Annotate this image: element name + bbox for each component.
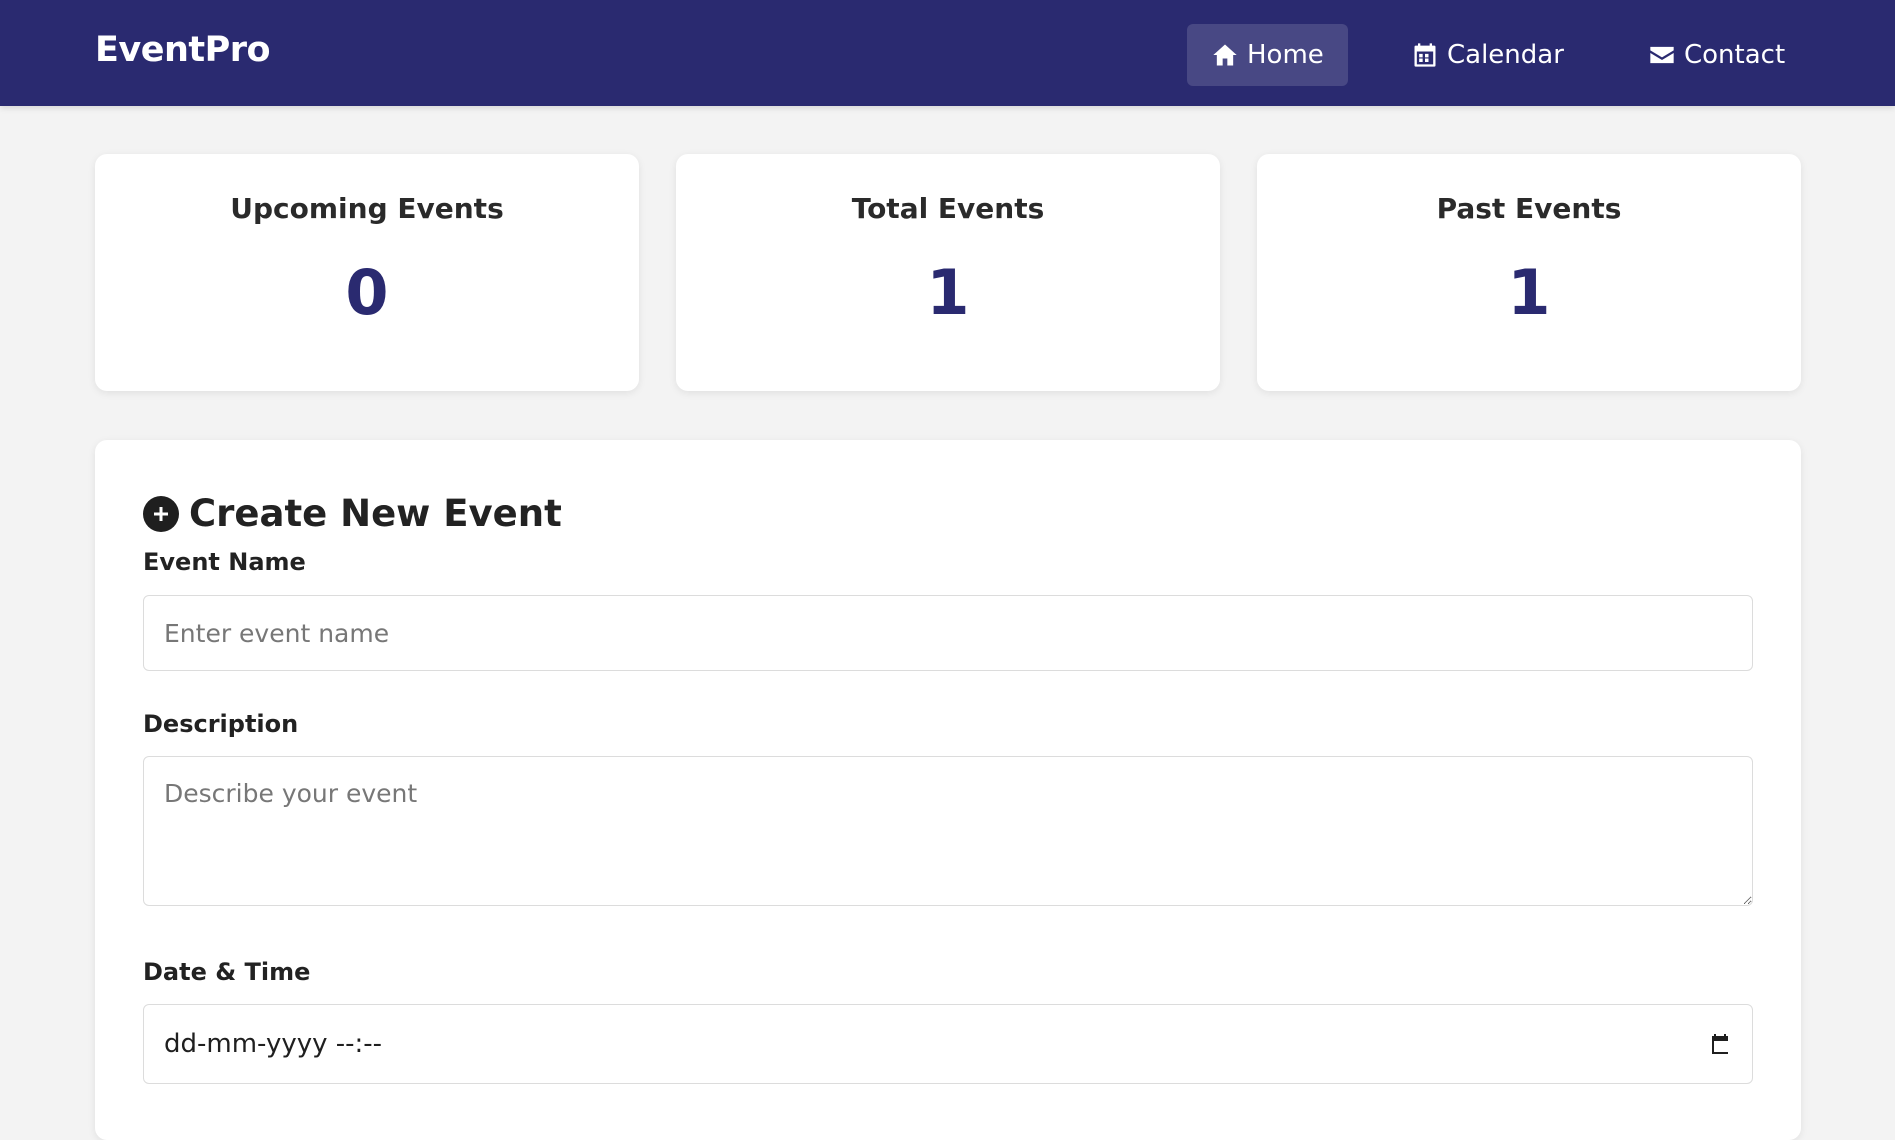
stat-value: 1 — [1507, 256, 1551, 329]
stat-title: Upcoming Events — [230, 192, 504, 225]
envelope-icon — [1648, 41, 1676, 69]
event-name-label: Event Name — [143, 548, 306, 576]
datetime-label: Date & Time — [143, 958, 311, 986]
calendar-icon — [1411, 41, 1439, 69]
nav-calendar-label: Calendar — [1447, 40, 1564, 70]
form-heading-label: Create New Event — [189, 492, 562, 535]
stat-card-past: Past Events 1 — [1257, 154, 1801, 391]
stat-card-upcoming: Upcoming Events 0 — [95, 154, 639, 391]
top-navbar: EventPro Home Calendar Contact — [0, 0, 1895, 106]
event-name-input[interactable] — [143, 595, 1753, 671]
stat-card-total: Total Events 1 — [676, 154, 1220, 391]
nav-home[interactable]: Home — [1187, 24, 1348, 86]
form-heading: Create New Event — [143, 492, 562, 535]
nav-home-label: Home — [1247, 40, 1324, 70]
brand-logo[interactable]: EventPro — [95, 30, 271, 70]
stat-title: Past Events — [1436, 192, 1622, 225]
description-textarea[interactable] — [143, 756, 1753, 906]
nav-contact[interactable]: Contact — [1624, 24, 1809, 86]
datetime-value: dd-mm-yyyy --:-- — [164, 1029, 383, 1059]
description-label: Description — [143, 710, 299, 738]
nav-calendar[interactable]: Calendar — [1387, 24, 1588, 86]
stat-value: 0 — [345, 256, 389, 329]
datetime-input[interactable]: dd-mm-yyyy --:-- — [143, 1004, 1753, 1084]
nav-contact-label: Contact — [1684, 40, 1786, 70]
plus-circle-icon — [143, 495, 179, 532]
stat-value: 1 — [926, 256, 970, 329]
stat-title: Total Events — [851, 192, 1045, 225]
create-event-form: Create New Event Event Name Description … — [95, 440, 1801, 1140]
calendar-picker-icon[interactable] — [1708, 1032, 1732, 1056]
home-icon — [1211, 41, 1239, 69]
